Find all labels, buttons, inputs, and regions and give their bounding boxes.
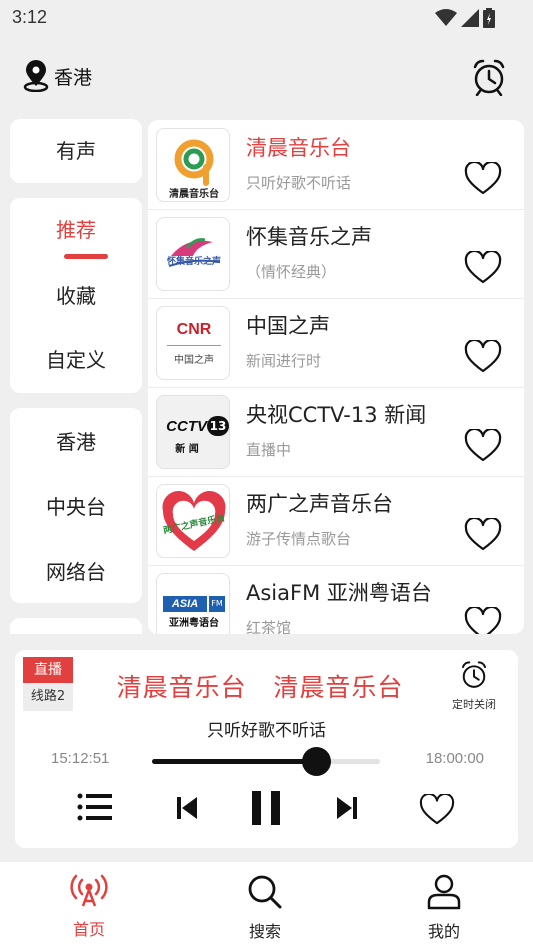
pause-icon[interactable] bbox=[250, 790, 282, 826]
tab-label: 我的 bbox=[427, 922, 460, 941]
favorite-heart-icon[interactable] bbox=[464, 162, 502, 196]
station-name: AsiaFM 亚洲粤语台 bbox=[246, 581, 432, 605]
station-subtitle: 直播中 bbox=[246, 441, 292, 459]
location-selector[interactable]: 香港 bbox=[22, 60, 92, 92]
sidebar-card-regions: 香港 中央台 网络台 bbox=[10, 408, 142, 603]
tab-label: 搜索 bbox=[248, 922, 281, 941]
now-playing-panel: 直播 线路2 清晨音乐台 清晨音乐台 定时关闭 只听好歌不听话 15:12:51… bbox=[15, 650, 518, 848]
station-logo: ASIA FM 亚洲粤语台 bbox=[156, 573, 230, 634]
logo-subtext: 亚洲粤语台 bbox=[169, 618, 219, 629]
tab-search[interactable]: 搜索 bbox=[215, 874, 315, 942]
live-badge: 直播 bbox=[23, 657, 73, 683]
signal-icon bbox=[461, 9, 479, 27]
progress-fill bbox=[152, 759, 317, 764]
logo-text: CNR bbox=[176, 321, 212, 338]
station-logo: CCTV 13 新 闻 bbox=[156, 395, 230, 469]
logo-fm: FM bbox=[209, 596, 225, 612]
search-icon bbox=[248, 875, 282, 909]
sleep-timer-button[interactable]: 定时关闭 bbox=[444, 660, 504, 712]
favorite-heart-icon[interactable] bbox=[419, 794, 455, 826]
alarm-clock-icon bbox=[473, 59, 505, 97]
logo-badge: 13 bbox=[207, 416, 229, 436]
sidebar-card-audio: 有声 bbox=[10, 119, 142, 183]
station-row[interactable]: ASIA FM 亚洲粤语台 AsiaFM 亚洲粤语台 红茶馆 bbox=[148, 565, 524, 634]
logo-subtext: 中国之声 bbox=[174, 355, 214, 366]
station-subtitle: （情怀经典） bbox=[246, 263, 337, 281]
station-logo: 怀集音乐之声 bbox=[156, 217, 230, 291]
sidebar-item-audio[interactable]: 有声 bbox=[10, 135, 142, 164]
station-row[interactable]: 怀集音乐之声 怀集音乐之声 （情怀经典） bbox=[148, 209, 524, 299]
sidebar-item-favorites[interactable]: 收藏 bbox=[10, 280, 142, 309]
station-subtitle: 只听好歌不听话 bbox=[246, 174, 352, 192]
tab-home[interactable]: 首页 bbox=[39, 874, 139, 940]
progress-thumb[interactable] bbox=[302, 747, 332, 776]
location-pin-icon bbox=[23, 60, 49, 92]
station-row[interactable]: 清晨音乐台 清晨音乐台 只听好歌不听话 bbox=[148, 120, 524, 210]
station-name: 央视CCTV-13 新闻 bbox=[246, 403, 427, 427]
station-name: 怀集音乐之声 bbox=[246, 225, 372, 249]
sidebar-card-lists: 推荐 收藏 自定义 bbox=[10, 198, 142, 393]
alarm-clock-icon bbox=[461, 661, 487, 688]
station-name: 两广之声音乐台 bbox=[246, 492, 393, 516]
station-subtitle: 红茶馆 bbox=[246, 619, 292, 634]
station-logo: 两广之声音乐台 bbox=[156, 484, 230, 558]
elapsed-time: 15:12:51 bbox=[51, 750, 110, 767]
logo-divider bbox=[167, 345, 221, 346]
progress-slider[interactable] bbox=[152, 747, 380, 776]
location-label: 香港 bbox=[54, 66, 93, 89]
active-indicator bbox=[64, 254, 108, 259]
tab-label: 首页 bbox=[72, 920, 105, 939]
favorite-heart-icon[interactable] bbox=[464, 518, 502, 552]
favorite-heart-icon[interactable] bbox=[464, 251, 502, 285]
station-subtitle: 新闻进行时 bbox=[246, 352, 322, 370]
favorite-heart-icon[interactable] bbox=[464, 607, 502, 634]
logo-text: ASIA bbox=[163, 596, 207, 612]
tab-profile[interactable]: 我的 bbox=[394, 874, 494, 942]
wifi-icon bbox=[435, 9, 457, 26]
station-name: 中国之声 bbox=[246, 314, 330, 338]
logo-subtext: 新 闻 bbox=[175, 444, 199, 455]
favorite-heart-icon[interactable] bbox=[464, 429, 502, 463]
station-logo: 清晨音乐台 bbox=[156, 128, 230, 202]
sleep-timer-label: 定时关闭 bbox=[452, 698, 496, 711]
user-icon bbox=[427, 874, 461, 910]
station-row[interactable]: 两广之声音乐台 两广之声音乐台 游子传情点歌台 bbox=[148, 476, 524, 566]
sidebar-item-hongkong[interactable]: 香港 bbox=[10, 426, 142, 455]
station-logo: CNR 中国之声 bbox=[156, 306, 230, 380]
radio-icon bbox=[70, 874, 108, 907]
station-row[interactable]: CCTV 13 新 闻 央视CCTV-13 新闻 直播中 bbox=[148, 387, 524, 477]
bottom-tab-bar: 首页 搜索 我的 bbox=[0, 862, 533, 948]
logo-text: CCTV bbox=[166, 418, 207, 435]
station-row[interactable]: CNR 中国之声 中国之声 新闻进行时 bbox=[148, 298, 524, 388]
alarm-button[interactable] bbox=[471, 58, 507, 100]
favorite-heart-icon[interactable] bbox=[464, 340, 502, 374]
line-switch-button[interactable]: 线路2 bbox=[23, 683, 73, 711]
now-playing-title: 清晨音乐台 清晨音乐台 bbox=[116, 673, 404, 702]
station-name: 清晨音乐台 bbox=[246, 136, 351, 160]
previous-icon[interactable] bbox=[175, 795, 199, 821]
now-playing-subtitle: 只听好歌不听话 bbox=[207, 721, 326, 741]
sidebar-card-more bbox=[10, 618, 142, 634]
sidebar-item-central[interactable]: 中央台 bbox=[10, 491, 142, 520]
playlist-icon[interactable] bbox=[77, 792, 113, 822]
sidebar-item-recommended[interactable]: 推荐 bbox=[10, 214, 142, 243]
top-bar: 香港 bbox=[0, 50, 533, 106]
status-bar: 3:12 bbox=[0, 0, 533, 36]
station-list: 清晨音乐台 清晨音乐台 只听好歌不听话 怀集音乐之声 怀集音乐之声 （情怀经典）… bbox=[148, 120, 524, 634]
end-time: 18:00:00 bbox=[425, 750, 484, 767]
station-subtitle: 游子传情点歌台 bbox=[246, 530, 352, 548]
sidebar-item-custom[interactable]: 自定义 bbox=[10, 344, 142, 373]
sidebar-item-network[interactable]: 网络台 bbox=[10, 556, 142, 585]
logo-text: 清晨音乐台 bbox=[169, 189, 219, 200]
status-icons bbox=[435, 8, 495, 28]
logo-text: 怀集音乐之声 bbox=[166, 257, 221, 267]
next-icon[interactable] bbox=[335, 795, 359, 821]
status-time: 3:12 bbox=[12, 7, 48, 27]
battery-icon bbox=[483, 8, 495, 28]
